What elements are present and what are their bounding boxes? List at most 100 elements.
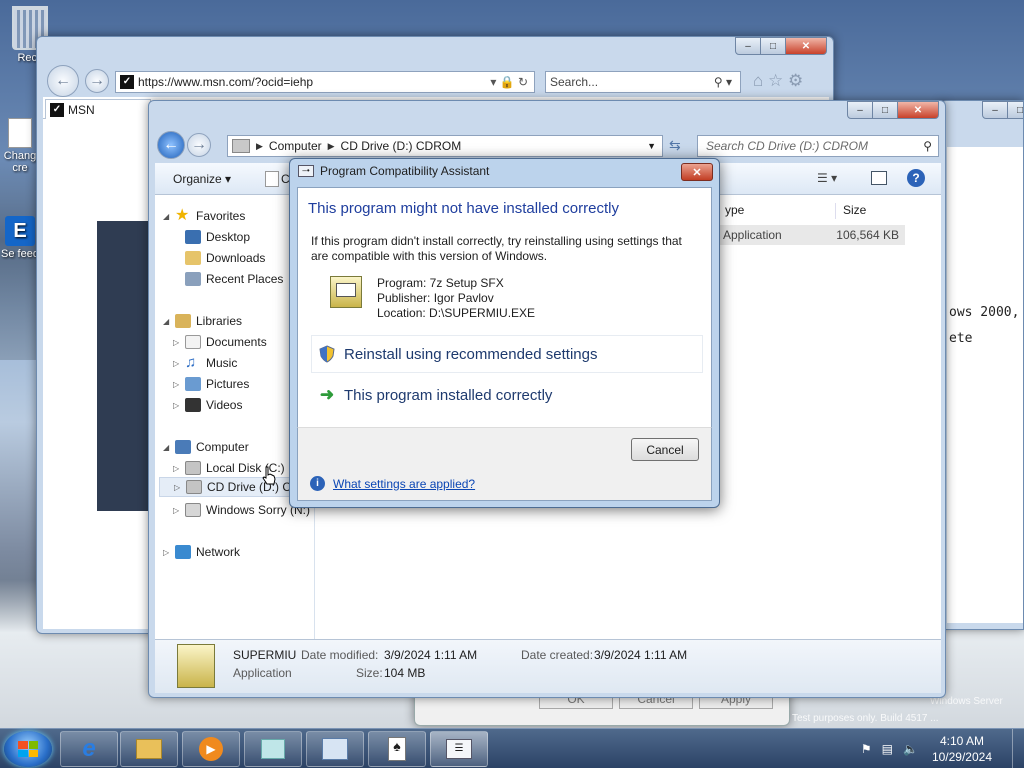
nav-pictures[interactable]: ▷ Pictures [173, 377, 249, 391]
action-center-flag-icon[interactable]: ⚑ [861, 742, 872, 756]
expand-icon[interactable]: ▷ [173, 338, 183, 347]
installed-correctly-option[interactable]: ➜ This program installed correctly [311, 376, 703, 414]
breadcrumb-cd-drive[interactable]: CD Drive (D:) CDROM [341, 139, 462, 153]
nav-desktop[interactable]: Desktop [185, 230, 250, 244]
expand-icon[interactable]: ▷ [163, 548, 173, 557]
desktop-icon-label: Chang cre [3, 150, 37, 174]
expand-icon[interactable]: ▷ [173, 464, 183, 473]
column-size-header[interactable]: Size [843, 203, 866, 217]
expand-icon[interactable]: ▷ [174, 483, 184, 492]
address-controls-icon[interactable]: ▾ 🔒 ↻ [490, 75, 528, 89]
view-options-icon[interactable]: ☰ ▾ [817, 171, 837, 185]
preview-pane-icon[interactable] [871, 171, 887, 185]
reinstall-recommended-option[interactable]: Reinstall using recommended settings [311, 335, 703, 373]
desktop-icon-feedback[interactable]: E Se feed [0, 216, 40, 260]
search-icon[interactable]: ⚲ ▾ [714, 75, 732, 89]
start-button[interactable] [4, 731, 52, 767]
settings-applied-link[interactable]: What settings are applied? [333, 477, 475, 491]
breadcrumb[interactable]: ▶ Computer ▶ CD Drive (D:) CDROM ▼ [227, 135, 663, 157]
collapse-icon[interactable]: ◢ [163, 317, 173, 326]
collapse-icon[interactable]: ◢ [163, 443, 173, 452]
taskbar-control-panel[interactable] [306, 731, 364, 767]
breadcrumb-separator-icon[interactable]: ▶ [328, 141, 335, 152]
dialog-title-bar: –• Program Compatibility Assistant [298, 164, 489, 178]
nav-network[interactable]: ▷ Network [163, 545, 240, 559]
search-icon[interactable]: ⚲ [923, 139, 932, 153]
help-row: i What settings are applied? [310, 476, 475, 491]
details-name: SUPERMIU [233, 648, 297, 662]
hand-cursor-icon [262, 466, 276, 486]
forward-button[interactable]: → [85, 69, 109, 93]
maximize-button[interactable]: □ [872, 101, 898, 119]
show-desktop-button[interactable] [1012, 729, 1024, 768]
maximize-button[interactable]: □ [1007, 101, 1023, 119]
nav-music[interactable]: ▷ ♫ Music [173, 354, 237, 371]
minimize-button[interactable]: – [982, 101, 1008, 119]
expand-icon[interactable]: ▷ [173, 380, 183, 389]
nav-libraries[interactable]: ◢ Libraries [163, 314, 242, 328]
expand-icon[interactable]: ▷ [173, 401, 183, 410]
background-text-window[interactable]: – □ ows 2000, ete [940, 100, 1024, 630]
share-icon[interactable] [265, 171, 279, 187]
nav-computer[interactable]: ◢ Computer [163, 440, 249, 454]
refresh-icon[interactable]: ⇆ [669, 137, 681, 154]
search-input[interactable]: Search... ⚲ ▾ [545, 71, 741, 93]
nav-downloads[interactable]: Downloads [185, 251, 265, 265]
option-label: This program installed correctly [344, 386, 553, 404]
details-pane: SUPERMIU Application Date modified: 3/9/… [155, 639, 941, 693]
application-icon [177, 644, 215, 688]
nav-documents[interactable]: ▷ Documents [173, 335, 267, 349]
nav-recent-places[interactable]: Recent Places [185, 272, 283, 286]
dropdown-arrow-icon[interactable]: ▼ [647, 141, 656, 151]
organize-button[interactable]: Organize ▾ [173, 172, 231, 186]
close-button[interactable]: ✕ [897, 101, 939, 119]
network-icon [175, 545, 191, 559]
collapse-icon[interactable]: ◢ [163, 212, 173, 221]
star-icon: ★ [175, 207, 190, 224]
volume-muted-icon[interactable]: 🔈 [903, 742, 918, 756]
taskbar-app-4[interactable] [244, 731, 302, 767]
breadcrumb-separator-icon[interactable]: ▶ [256, 141, 263, 152]
file-row[interactable]: Application 106,564 KB [719, 225, 905, 245]
clock[interactable]: 4:10 AM 10/29/2024 [932, 733, 992, 765]
expand-icon[interactable]: ▷ [173, 506, 183, 515]
tab-msn[interactable]: ✓ MSN [45, 99, 151, 119]
help-icon[interactable]: ? [907, 169, 925, 187]
nav-videos[interactable]: ▷ Videos [173, 398, 242, 412]
column-type-header[interactable]: ype [725, 203, 744, 217]
address-bar[interactable]: ✓ https://www.msn.com/?ocid=iehp ▾ 🔒 ↻ [115, 71, 535, 93]
search-input[interactable]: Search CD Drive (D:) CDROM ⚲ [697, 135, 939, 157]
home-star-gear-icons[interactable]: ⌂ ☆ ⚙ [753, 71, 803, 91]
search-placeholder: Search... [550, 75, 599, 89]
dialog-heading: This program might not have installed co… [308, 200, 619, 217]
control-panel-icon [322, 738, 348, 760]
music-icon: ♫ [185, 354, 197, 371]
details-modified-label: Date modified: [301, 648, 379, 662]
maximize-button[interactable]: □ [760, 37, 786, 55]
dialog-title: Program Compatibility Assistant [320, 164, 490, 178]
breadcrumb-computer[interactable]: Computer [269, 139, 322, 153]
back-button[interactable]: ← [47, 65, 79, 97]
taskbar-compatibility-assistant[interactable]: ☰ [430, 731, 488, 767]
details-kind: Application [233, 666, 292, 680]
watermark-line2: Test purposes only. Build 4517 ... [792, 713, 939, 724]
minimize-button[interactable]: – [847, 101, 873, 119]
taskbar-internet-explorer[interactable]: e [60, 731, 118, 767]
back-button[interactable]: ← [157, 131, 185, 159]
close-button[interactable]: ✕ [785, 37, 827, 55]
network-icon[interactable]: ▤ [882, 742, 893, 756]
minimize-button[interactable]: – [735, 37, 761, 55]
forward-button[interactable]: → [187, 133, 211, 157]
taskbar-explorer[interactable] [120, 731, 178, 767]
taskbar-media-player[interactable]: ▶ [182, 731, 240, 767]
clock-date: 10/29/2024 [931, 750, 992, 764]
desktop-icon-change[interactable]: Chang cre [0, 118, 40, 174]
dialog-close-button[interactable]: ✕ [681, 163, 713, 181]
expand-icon[interactable]: ▷ [173, 359, 183, 368]
nav-favorites[interactable]: ◢ ★ Favorites [163, 207, 245, 224]
details-created-value: 3/9/2024 1:11 AM [594, 648, 688, 662]
taskbar-solitaire[interactable]: ♠ [368, 731, 426, 767]
cancel-button[interactable]: Cancel [631, 438, 699, 461]
downloads-folder-icon [185, 251, 201, 265]
compatibility-dialog[interactable]: –• Program Compatibility Assistant ✕ Thi… [289, 158, 720, 508]
